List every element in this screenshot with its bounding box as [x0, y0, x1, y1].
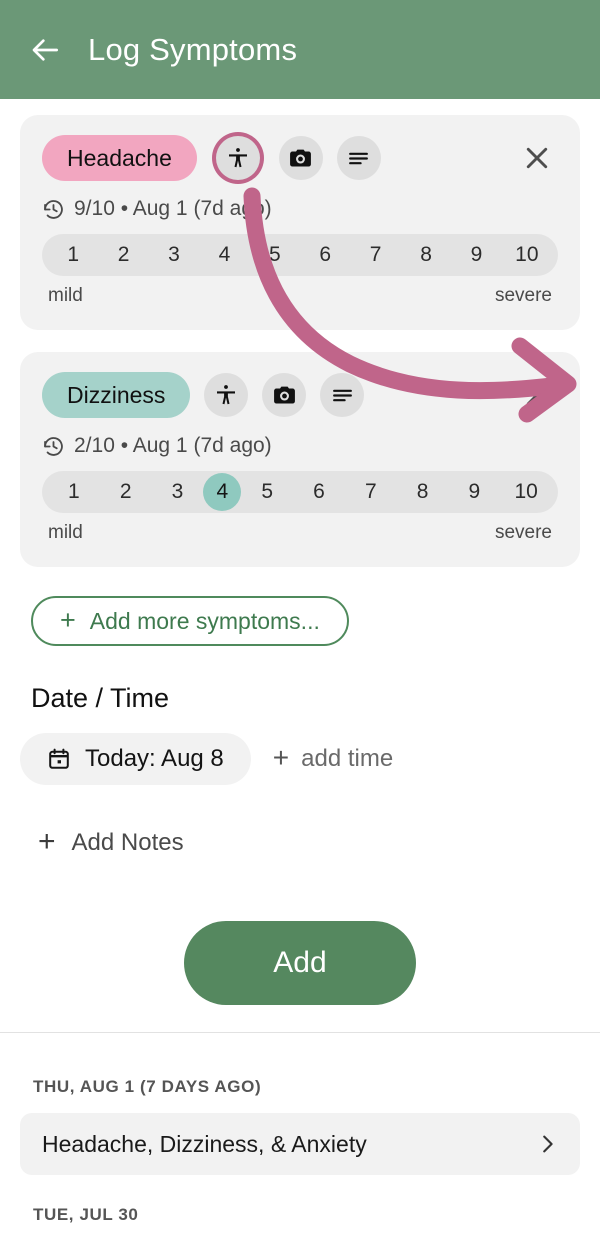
severity-option[interactable]: 6 [293, 473, 345, 511]
notes-icon-button[interactable] [320, 373, 365, 417]
severity-option[interactable]: 8 [401, 236, 451, 274]
severity-option[interactable]: 3 [149, 236, 199, 274]
history-date-header: THU, AUG 1 (7 DAYS AGO) [33, 1077, 262, 1096]
severity-option[interactable]: 5 [250, 236, 300, 274]
add-more-symptoms-label: Add more symptoms... [89, 607, 320, 634]
body-map-icon [217, 385, 236, 405]
notes-icon-button[interactable] [336, 136, 381, 180]
severity-scale-headache[interactable]: 1 2 3 4 5 6 7 8 9 10 [42, 234, 558, 276]
back-button[interactable] [26, 30, 66, 70]
severity-option[interactable]: 1 [48, 473, 100, 511]
symptom-card-headache: Headache 9/10 • Aug 1 (7d ago) 1 2 3 4 5… [20, 115, 580, 330]
scale-high-label: severe [494, 522, 552, 543]
history-icon [44, 436, 63, 456]
symptom-card-header: Dizziness [42, 370, 558, 420]
scale-end-labels: mild severe [42, 285, 558, 307]
add-time-label: add time [301, 745, 394, 772]
add-time-button[interactable]: + add time [272, 741, 394, 773]
symptom-pill-dizziness[interactable]: Dizziness [42, 372, 191, 418]
scale-low-label: mild [48, 522, 83, 543]
scroll-content: Headache 9/10 • Aug 1 (7d ago) 1 2 3 4 5… [0, 99, 600, 1235]
date-time-row: Today: Aug 8 + add time [20, 733, 393, 785]
body-map-icon-button[interactable] [204, 373, 249, 417]
camera-icon-button[interactable] [278, 136, 323, 180]
add-notes-label: Add Notes [71, 829, 184, 856]
scale-high-label: severe [494, 285, 552, 306]
severity-option[interactable]: 4 [199, 236, 249, 274]
remove-symptom-button[interactable] [516, 374, 558, 416]
symptom-history-text: 9/10 • Aug 1 (7d ago) [74, 197, 272, 220]
symptom-history-text: 2/10 • Aug 1 (7d ago) [74, 434, 272, 457]
plus-icon: + [272, 741, 290, 773]
history-icon [44, 199, 63, 219]
symptom-history-meta: 2/10 • Aug 1 (7d ago) [42, 434, 558, 458]
severity-option[interactable]: 2 [100, 473, 152, 511]
camera-icon [290, 149, 312, 167]
date-chip-label: Today: Aug 8 [85, 745, 224, 772]
app-header: Log Symptoms [0, 0, 600, 99]
add-button[interactable]: Add [184, 921, 416, 1005]
camera-icon-button[interactable] [262, 373, 307, 417]
section-divider [0, 1032, 600, 1033]
severity-option[interactable]: 6 [300, 236, 350, 274]
symptom-pill-headache[interactable]: Headache [42, 135, 197, 181]
severity-option[interactable]: 8 [397, 473, 449, 511]
date-time-section-title: Date / Time [31, 683, 170, 713]
close-icon [526, 384, 548, 406]
log-symptoms-screen: Log Symptoms Headache 9/10 • Aug 1 (7d a… [0, 0, 600, 1235]
camera-icon [274, 386, 295, 404]
calendar-icon [49, 748, 69, 769]
close-icon [526, 147, 548, 169]
history-entry-label: Headache, Dizziness, & Anxiety [42, 1130, 367, 1157]
severity-option[interactable]: 7 [350, 236, 400, 274]
plus-icon: + [38, 824, 56, 858]
add-notes-button[interactable]: + Add Notes [38, 824, 184, 858]
history-entry-row[interactable]: Headache, Dizziness, & Anxiety [20, 1113, 580, 1175]
symptom-card-header: Headache [42, 133, 558, 183]
history-date-header: TUE, JUL 30 [33, 1205, 139, 1224]
plus-icon: + [60, 604, 76, 635]
body-map-icon [228, 148, 247, 168]
severity-option[interactable]: 9 [451, 236, 501, 274]
severity-option[interactable]: 10 [502, 236, 552, 274]
severity-option[interactable]: 5 [241, 473, 293, 511]
severity-option[interactable]: 7 [345, 473, 397, 511]
page-title: Log Symptoms [88, 31, 298, 67]
notes-icon [349, 152, 369, 164]
severity-option[interactable]: 2 [98, 236, 148, 274]
date-chip-button[interactable]: Today: Aug 8 [20, 733, 251, 785]
chevron-right-icon [536, 1133, 558, 1155]
severity-option-selected[interactable]: 4 [203, 473, 242, 511]
arrow-left-icon [32, 38, 58, 61]
scale-low-label: mild [48, 285, 83, 306]
notes-icon [332, 389, 352, 401]
symptom-history-meta: 9/10 • Aug 1 (7d ago) [42, 197, 558, 221]
severity-option[interactable]: 9 [448, 473, 500, 511]
remove-symptom-button[interactable] [516, 137, 558, 179]
severity-option[interactable]: 1 [48, 236, 98, 274]
symptom-card-dizziness: Dizziness 2/10 • Aug 1 (7d ago) 1 2 3 4 … [20, 352, 580, 567]
add-more-symptoms-button[interactable]: + Add more symptoms... [31, 596, 349, 646]
scale-end-labels: mild severe [42, 522, 558, 544]
body-map-icon-button[interactable] [215, 136, 260, 180]
severity-scale-dizziness[interactable]: 1 2 3 4 5 6 7 8 9 10 [42, 471, 558, 513]
severity-option[interactable]: 10 [500, 473, 552, 511]
severity-option[interactable]: 3 [152, 473, 204, 511]
